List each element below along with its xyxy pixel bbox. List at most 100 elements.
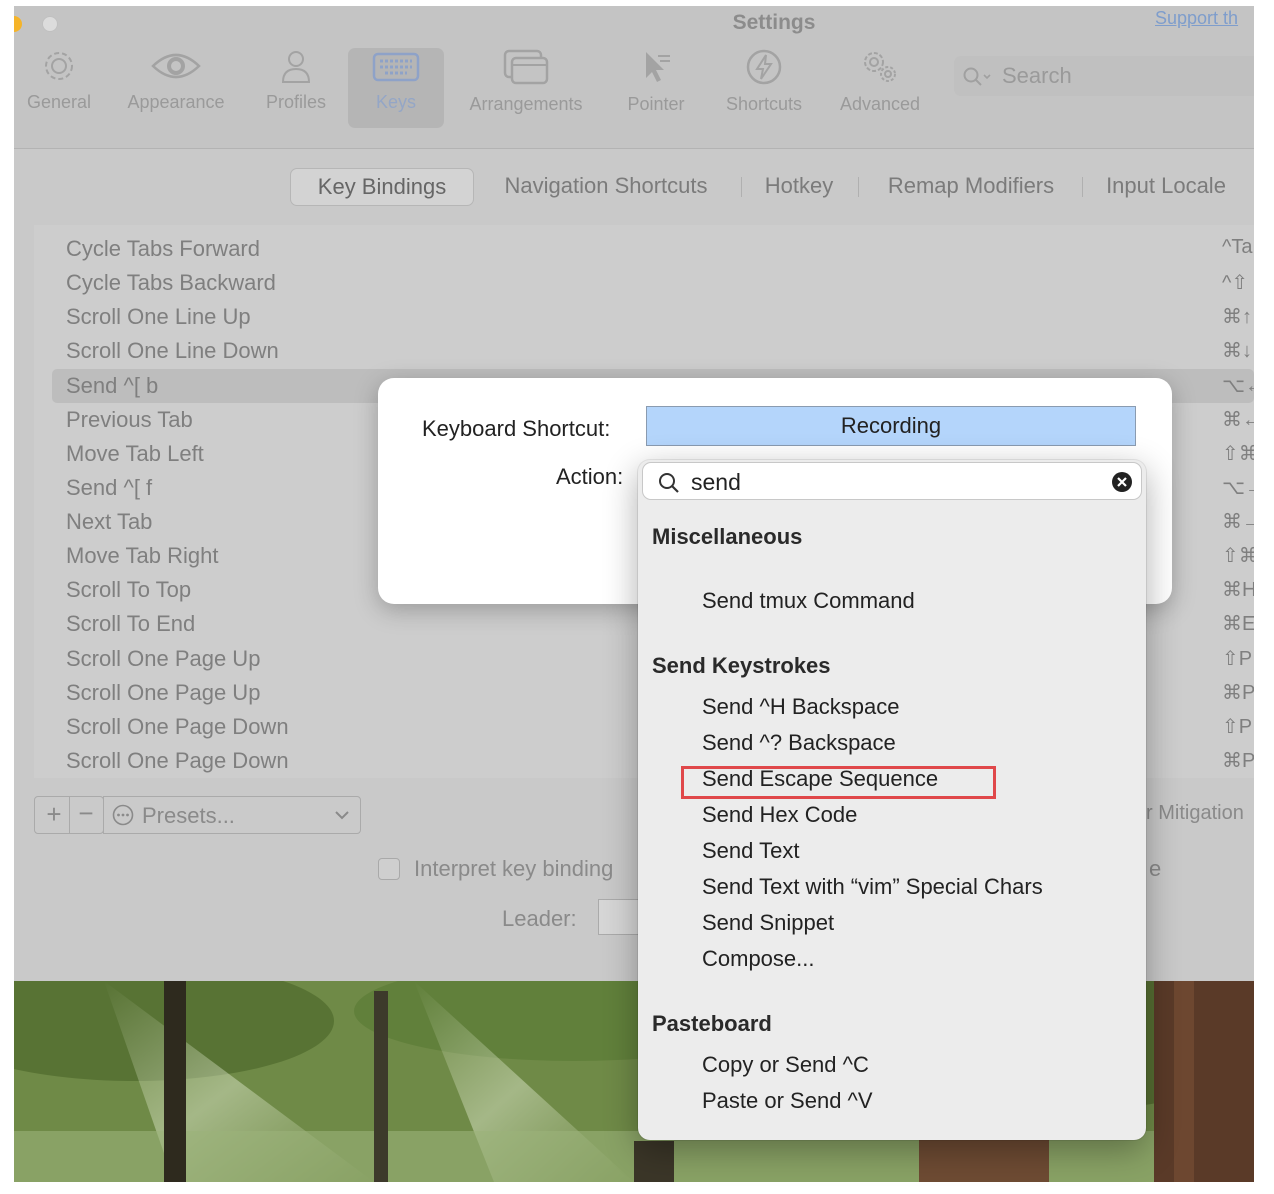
binding-key: ⇧P <box>1222 648 1253 670</box>
table-row[interactable]: Scroll One Line Up ⌘↑ <box>34 300 1254 334</box>
highlight-box <box>681 766 996 799</box>
binding-action: Send ^[ b <box>66 373 159 398</box>
binding-action: Previous Tab <box>66 407 193 432</box>
tab-divider <box>741 177 742 197</box>
binding-key: ⌘↑ <box>1222 306 1252 328</box>
menu-item[interactable]: Send Snippet <box>702 910 834 936</box>
binding-key: ^Ta <box>1222 236 1253 258</box>
chevron-down-icon <box>335 811 349 820</box>
eye-icon <box>151 53 201 79</box>
toolbar-advanced-label: Advanced <box>839 94 921 114</box>
toolbar-pointer-label: Pointer <box>627 94 685 114</box>
interpret-checkbox[interactable] <box>378 858 400 880</box>
binding-action: Move Tab Left <box>66 441 204 466</box>
binding-key: ⌘← <box>1222 409 1254 431</box>
toolbar-appearance-label: Appearance <box>127 92 225 112</box>
clear-icon[interactable] <box>1111 471 1133 493</box>
action-menu: send Miscellaneous Send tmux Command Sen… <box>638 460 1146 1140</box>
toolbar-keys-label: Keys <box>375 92 417 112</box>
table-row[interactable]: Cycle Tabs Forward ^Ta <box>34 232 1254 266</box>
menu-item[interactable]: Send Hex Code <box>702 802 857 828</box>
search-icon <box>659 473 679 493</box>
table-row[interactable]: Cycle Tabs Backward ^⇧ <box>34 266 1254 300</box>
menu-section-header: Pasteboard <box>652 1011 772 1036</box>
binding-action: Scroll One Page Down <box>66 714 289 739</box>
toolbar-shortcuts[interactable]: Shortcuts <box>714 48 814 128</box>
binding-action: Cycle Tabs Backward <box>66 270 276 295</box>
toolbar-advanced[interactable]: Advanced <box>830 48 930 128</box>
binding-action: Scroll One Line Down <box>66 338 279 363</box>
add-button[interactable]: + <box>41 799 67 830</box>
menu-section-header: Miscellaneous <box>652 524 803 549</box>
presets-label: Presets... <box>142 803 235 828</box>
mitigation-text[interactable]: r Mitigation <box>1146 802 1244 825</box>
shortcut-recorder[interactable]: Recording <box>646 406 1136 446</box>
binding-action: Scroll One Line Up <box>66 304 251 329</box>
binding-key: ⌘P <box>1222 750 1254 772</box>
support-link[interactable]: Support th <box>1155 8 1238 29</box>
binding-key: ⇧P <box>1222 716 1253 738</box>
toolbar-appearance[interactable]: Appearance <box>120 48 232 128</box>
person-icon <box>281 51 311 83</box>
tab-divider <box>1082 177 1083 197</box>
binding-action: Move Tab Right <box>66 543 219 568</box>
menu-item[interactable]: Copy or Send ^C <box>702 1052 869 1078</box>
gears-icon <box>864 52 896 82</box>
toolbar-keys[interactable]: Keys <box>348 48 444 128</box>
bolt-icon <box>746 49 782 85</box>
interpret-label-tail: e <box>1149 856 1162 881</box>
tab-key-bindings[interactable]: Key Bindings <box>290 168 474 206</box>
binding-action: Scroll To Top <box>66 577 192 602</box>
menu-item[interactable]: Send ^H Backspace <box>702 694 899 720</box>
menu-item[interactable]: Paste or Send ^V <box>702 1088 873 1114</box>
window-title: Settings <box>732 11 816 34</box>
menu-item[interactable]: Send ^? Backspace <box>702 730 896 756</box>
toolbar-general[interactable]: General <box>18 48 100 128</box>
toolbar-pointer[interactable]: Pointer <box>618 48 694 128</box>
binding-key: ⌘E <box>1222 613 1254 635</box>
binding-action: Cycle Tabs Forward <box>66 236 260 261</box>
binding-key: ⌘P <box>1222 682 1254 704</box>
binding-key: ^⇧ <box>1222 272 1249 294</box>
add-remove-control: + − <box>34 796 104 834</box>
remove-button[interactable]: − <box>73 798 99 829</box>
table-row[interactable]: Scroll One Line Down ⌘↓ <box>34 334 1254 368</box>
binding-key: ⌥→ <box>1222 477 1254 499</box>
binding-key: ⌥← <box>1222 375 1254 397</box>
keyboard-icon <box>372 52 420 82</box>
keyboard-shortcut-label: Keyboard Shortcut: <box>422 416 611 441</box>
search-field[interactable]: Search <box>954 56 1254 96</box>
toolbar-arrangements-label: Arrangements <box>469 94 583 114</box>
menu-item[interactable]: Send Text with “vim” Special Chars <box>702 874 1043 900</box>
tab-hotkey[interactable]: Hotkey <box>756 168 842 204</box>
toolbar-general-label: General <box>26 92 92 112</box>
menu-item[interactable]: Send tmux Command <box>702 588 915 614</box>
menu-item[interactable]: Compose... <box>702 946 815 972</box>
binding-key: ⌘H <box>1222 579 1254 601</box>
binding-action: Scroll To End <box>66 611 196 636</box>
binding-action: Send ^[ f <box>66 475 153 500</box>
title-bar: Settings Support th General Appearance P… <box>14 6 1254 149</box>
action-filter-value: send <box>691 469 741 495</box>
leader-label: Leader: <box>502 906 577 931</box>
tab-navigation-shortcuts[interactable]: Navigation Shortcuts <box>486 168 726 204</box>
binding-key: ⌘↓ <box>1222 340 1252 362</box>
search-icon <box>963 67 991 86</box>
cursor-icon <box>646 52 670 82</box>
action-filter-field[interactable]: send <box>642 462 1142 500</box>
presets-popup-button[interactable]: Presets... <box>103 796 361 834</box>
action-label: Action: <box>556 464 624 489</box>
binding-action: Next Tab <box>66 509 153 534</box>
binding-action: Scroll One Page Down <box>66 748 289 773</box>
toolbar-shortcuts-label: Shortcuts <box>725 94 803 114</box>
toolbar-arrangements[interactable]: Arrangements <box>456 48 596 128</box>
binding-action: Scroll One Page Up <box>66 680 261 705</box>
search-placeholder: Search <box>1002 63 1072 88</box>
binding-key: ⇧⌘ <box>1222 545 1254 567</box>
tab-input-locale[interactable]: Input Locale <box>1096 168 1236 204</box>
tab-remap-modifiers[interactable]: Remap Modifiers <box>876 168 1066 204</box>
windows-icon <box>503 49 549 85</box>
toolbar-profiles[interactable]: Profiles <box>256 48 336 128</box>
menu-item[interactable]: Send Text <box>702 838 799 864</box>
toolbar-profiles-label: Profiles <box>265 92 327 112</box>
